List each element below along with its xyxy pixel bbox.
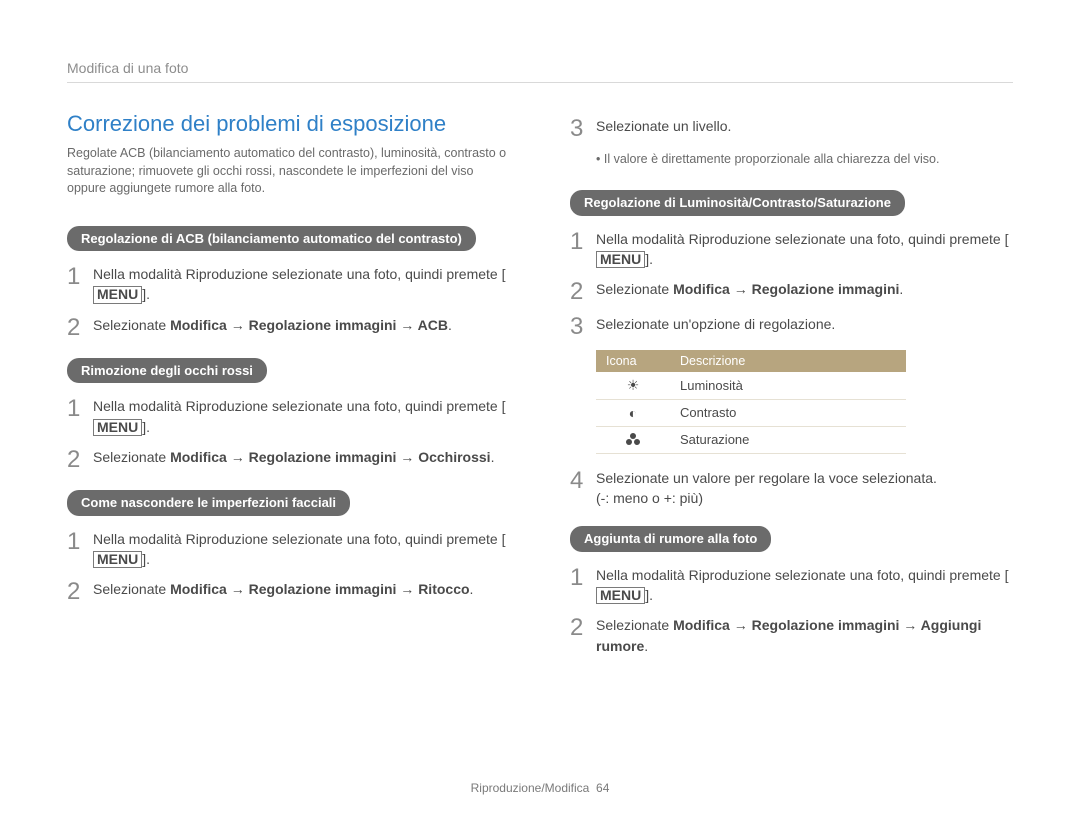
- manual-page: Modifica di una foto Correzione dei prob…: [0, 0, 1080, 815]
- pill-acb: Regolazione di ACB (bilanciamento automa…: [67, 226, 476, 252]
- step-text: Selezionate un livello.: [596, 116, 731, 136]
- table-head-icon: Icona: [596, 350, 670, 372]
- section-intro: Regolate ACB (bilanciamento automatico d…: [67, 145, 510, 198]
- step-text: Selezionate Modifica → Regolazione immag…: [596, 615, 1013, 656]
- bcs-step-1: 1 Nella modalità Riproduzione selezionat…: [570, 229, 1013, 270]
- noise-step-2: 2 Selezionate Modifica → Regolazione imm…: [570, 615, 1013, 656]
- menu-button-label: MENU: [93, 551, 142, 568]
- step-number: 2: [67, 579, 93, 604]
- step-text: Selezionate Modifica → Regolazione immag…: [596, 279, 903, 299]
- face-step-3: 3 Selezionate un livello.: [570, 116, 1013, 141]
- pill-redeye: Rimozione degli occhi rossi: [67, 358, 267, 384]
- text: ].: [142, 551, 150, 567]
- table-cell: Contrasto: [670, 399, 906, 426]
- step-number: 1: [67, 264, 93, 289]
- step-text: Selezionate Modifica → Regolazione immag…: [93, 579, 473, 599]
- noise-step-1: 1 Nella modalità Riproduzione selezionat…: [570, 565, 1013, 606]
- table-head-desc: Descrizione: [670, 350, 906, 372]
- text: .: [470, 581, 474, 597]
- step-number: 4: [570, 468, 596, 493]
- menu-button-label: MENU: [93, 286, 142, 303]
- left-column: Correzione dei problemi di esposizione R…: [67, 111, 510, 666]
- pill-face: Come nascondere le imperfezioni facciali: [67, 490, 350, 516]
- saturation-icon: [596, 426, 670, 453]
- page-header: Modifica di una foto: [67, 60, 1013, 83]
- text: Selezionate: [93, 317, 170, 333]
- step-text: Nella modalità Riproduzione selezionate …: [596, 229, 1013, 270]
- footer-section: Riproduzione/Modifica: [471, 781, 590, 795]
- adjustment-table: Icona Descrizione ☀ Luminosità ◐ Contras…: [596, 350, 906, 454]
- pill-bcs: Regolazione di Luminosità/Contrasto/Satu…: [570, 190, 905, 216]
- table-row: ◐ Contrasto: [596, 399, 906, 426]
- face-step-2: 2 Selezionate Modifica → Regolazione imm…: [67, 579, 510, 604]
- step-number: 2: [67, 447, 93, 472]
- text: Nella modalità Riproduzione selezionate …: [93, 266, 505, 282]
- text: ].: [142, 419, 150, 435]
- menu-path: Modifica → Regolazione immagini → Occhir…: [170, 449, 491, 465]
- step-number: 3: [570, 116, 596, 141]
- step-text: Selezionate un valore per regolare la vo…: [596, 468, 937, 509]
- face-step-1: 1 Nella modalità Riproduzione selezionat…: [67, 529, 510, 570]
- redeye-step-1: 1 Nella modalità Riproduzione selezionat…: [67, 396, 510, 437]
- step-number: 3: [570, 314, 596, 339]
- menu-path: Modifica → Regolazione immagini → ACB: [170, 317, 448, 333]
- step-text: Nella modalità Riproduzione selezionate …: [93, 396, 510, 437]
- text: .: [644, 638, 648, 654]
- menu-path: Modifica → Regolazione immagini: [673, 281, 899, 297]
- table-row: ☀ Luminosità: [596, 372, 906, 400]
- acb-step-2: 2 Selezionate Modifica → Regolazione imm…: [67, 315, 510, 340]
- face-bullet: Il valore è direttamente proporzionale a…: [596, 151, 1013, 168]
- section-title: Correzione dei problemi di esposizione: [67, 111, 510, 137]
- step-number: 1: [67, 529, 93, 554]
- step-text: Nella modalità Riproduzione selezionate …: [596, 565, 1013, 606]
- step-text: Selezionate un'opzione di regolazione.: [596, 314, 835, 334]
- text: Nella modalità Riproduzione selezionate …: [596, 231, 1008, 247]
- step-number: 1: [67, 396, 93, 421]
- text: Nella modalità Riproduzione selezionate …: [93, 531, 505, 547]
- footer-page-number: 64: [596, 781, 609, 795]
- right-column: 3 Selezionate un livello. Il valore è di…: [570, 111, 1013, 666]
- bcs-step-3: 3 Selezionate un'opzione di regolazione.: [570, 314, 1013, 339]
- text: Selezionate: [93, 449, 170, 465]
- step-number: 1: [570, 229, 596, 254]
- text: (-: meno o +: più): [596, 490, 703, 506]
- step-number: 2: [570, 615, 596, 640]
- step-number: 2: [570, 279, 596, 304]
- step-text: Selezionate Modifica → Regolazione immag…: [93, 315, 452, 335]
- menu-button-label: MENU: [596, 587, 645, 604]
- menu-path: Modifica → Regolazione immagini → Ritocc…: [170, 581, 469, 597]
- text: Nella modalità Riproduzione selezionate …: [93, 398, 505, 414]
- text: .: [448, 317, 452, 333]
- text: ].: [645, 251, 653, 267]
- table-row: Saturazione: [596, 426, 906, 453]
- menu-button-label: MENU: [93, 419, 142, 436]
- step-text: Nella modalità Riproduzione selezionate …: [93, 264, 510, 305]
- text: ].: [142, 286, 150, 302]
- table-cell: Luminosità: [670, 372, 906, 400]
- bcs-step-4: 4 Selezionate un valore per regolare la …: [570, 468, 1013, 509]
- text: Selezionate un valore per regolare la vo…: [596, 470, 937, 486]
- step-text: Selezionate Modifica → Regolazione immag…: [93, 447, 494, 467]
- page-footer: Riproduzione/Modifica 64: [0, 781, 1080, 795]
- text: ].: [645, 587, 653, 603]
- step-text: Nella modalità Riproduzione selezionate …: [93, 529, 510, 570]
- text: Nella modalità Riproduzione selezionate …: [596, 567, 1008, 583]
- menu-button-label: MENU: [596, 251, 645, 268]
- pill-noise: Aggiunta di rumore alla foto: [570, 526, 771, 552]
- acb-step-1: 1 Nella modalità Riproduzione selezionat…: [67, 264, 510, 305]
- redeye-step-2: 2 Selezionate Modifica → Regolazione imm…: [67, 447, 510, 472]
- brightness-icon: ☀: [596, 372, 670, 400]
- text: Selezionate: [596, 617, 673, 633]
- table-cell: Saturazione: [670, 426, 906, 453]
- bcs-step-2: 2 Selezionate Modifica → Regolazione imm…: [570, 279, 1013, 304]
- contrast-icon: ◐: [596, 399, 670, 426]
- content-columns: Correzione dei problemi di esposizione R…: [67, 111, 1013, 666]
- text: .: [899, 281, 903, 297]
- text: Selezionate: [596, 281, 673, 297]
- text: .: [491, 449, 495, 465]
- text: Selezionate: [93, 581, 170, 597]
- step-number: 2: [67, 315, 93, 340]
- step-number: 1: [570, 565, 596, 590]
